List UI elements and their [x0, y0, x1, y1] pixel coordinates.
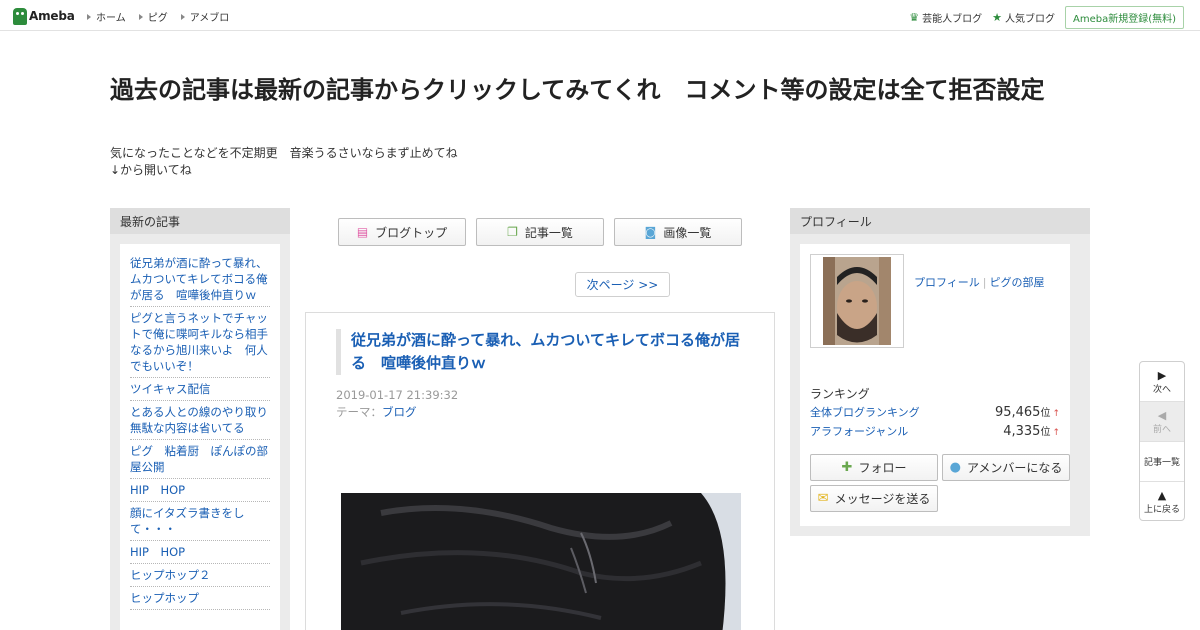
ranking-row-genre: アラフォージャンル 4,335位 ↑ — [810, 423, 1060, 439]
blog-top-button[interactable]: ▤ ブログトップ — [338, 218, 466, 246]
image-list-label: 画像一覧 — [663, 225, 712, 240]
copy-icon: ❐ — [507, 225, 518, 239]
star-icon: ★ — [992, 11, 1002, 24]
list-item[interactable]: とある人との線のやり取り 無駄な内容は省いてる — [130, 401, 279, 440]
list-item[interactable]: ピグと言うネットでチャットで俺に喋呵キルなら相手なるから旭川来いよ 何人でもいい… — [130, 307, 270, 378]
profile-panel: プロフィール プロフィール | ピグの部屋 ランキング 全体ブログランキング 95,… — [790, 208, 1090, 536]
entry-theme: テーマ：ブログ — [336, 404, 417, 420]
nav-amebablog[interactable]: アメブロ — [180, 9, 230, 24]
hair-photo — [341, 493, 741, 630]
ranking-unit: 位 — [1040, 408, 1051, 419]
next-page-button[interactable]: 次ページ >> — [575, 272, 670, 297]
image-list-button[interactable]: ◙ 画像一覧 — [614, 218, 742, 246]
ranking-genre-value: 4,335位 ↑ — [1003, 423, 1060, 439]
plus-icon: ✚ — [841, 460, 853, 475]
entry-date: 2019-01-17 21:39:32 — [336, 388, 459, 402]
rank-up-arrow-icon: ↑ — [1052, 409, 1060, 419]
list-item[interactable]: 従兄弟が酒に酔って暴れ、ムカついてキレてボコる俺が居る 喧嘩後仲直りｗ — [130, 252, 270, 307]
play-right-icon: ▶ — [1157, 368, 1167, 382]
header-right: ♛ 芸能人ブログ ★ 人気ブログ Ameba新規登録(無料) — [909, 6, 1184, 29]
ameba-logo-icon — [13, 7, 27, 25]
entry-photo[interactable] — [341, 493, 741, 630]
celebrity-blog-link[interactable]: ♛ 芸能人ブログ — [909, 10, 982, 25]
ranking-value: 4,335 — [1003, 424, 1041, 439]
entry-title[interactable]: 従兄弟が酒に酔って暴れ、ムカついてキレてボコる俺が居る 喧嘩後仲直りｗ — [336, 329, 746, 375]
blog-nav-buttons: ▤ ブログトップ ❐ 記事一覧 ◙ 画像一覧 — [338, 218, 742, 246]
blog-title[interactable]: 過去の記事は最新の記事からクリックしてみてくれ コメント等の設定は全て拒否設定 — [110, 72, 1100, 108]
avatar-image — [811, 255, 903, 347]
signup-button[interactable]: Ameba新規登録(無料) — [1064, 6, 1184, 29]
profile-heading: プロフィール — [790, 208, 1090, 234]
article-list-float-button[interactable]: 記事一覧 — [1140, 442, 1184, 482]
popular-blog-label: 人気ブログ — [1004, 14, 1055, 25]
profile-links: プロフィール | ピグの部屋 — [914, 274, 1045, 290]
blog-entry: 従兄弟が酒に酔って暴れ、ムカついてキレてボコる俺が居る 喧嘩後仲直りｗ 2019… — [305, 312, 775, 630]
crown-icon: ♛ — [909, 11, 920, 24]
next-article-button[interactable]: ▶ 次へ — [1140, 362, 1184, 402]
list-item[interactable]: HIP HOP — [130, 479, 270, 502]
recent-articles-panel: 最新の記事 従兄弟が酒に酔って暴れ、ムカついてキレてボコる俺が居る 喧嘩後仲直り… — [110, 208, 290, 630]
speech-bubble-icon: ● — [949, 460, 961, 475]
prev-label: 前へ — [1152, 424, 1171, 435]
nav-pigg[interactable]: ピグ — [138, 9, 168, 24]
rank-up-arrow-icon: ↑ — [1052, 428, 1060, 438]
list-item[interactable]: HIP HOP — [130, 541, 270, 564]
amember-button[interactable]: ● アメンバーになる — [942, 454, 1070, 481]
nav-home[interactable]: ホーム — [87, 9, 126, 24]
nav-amebablog-label: アメブロ — [189, 13, 230, 24]
list-item[interactable]: 顔にイタズラ書きをして・・・ — [130, 502, 270, 541]
article-list-label: 記事一覧 — [524, 225, 573, 240]
list-item[interactable]: ヒップホップ — [130, 587, 270, 610]
list-item[interactable]: ピグ 粘着厨 ぽんぽの部屋公開 — [130, 440, 270, 479]
triangle-right-icon — [180, 13, 185, 20]
profile-link[interactable]: プロフィール — [914, 276, 980, 289]
play-left-icon: ◀ — [1157, 408, 1167, 422]
prev-article-button[interactable]: ◀ 前へ — [1140, 402, 1184, 442]
follow-label: フォロー — [858, 461, 907, 475]
blog-top-label: ブログトップ — [375, 225, 448, 240]
link-separator: | — [982, 276, 987, 289]
article-list-button[interactable]: ❐ 記事一覧 — [476, 218, 604, 246]
camera-icon: ◙ — [644, 225, 657, 239]
ranking-overall-link[interactable]: 全体ブログランキング — [810, 404, 920, 420]
list-item[interactable]: ツイキャス配信 — [130, 378, 270, 401]
triangle-right-icon — [138, 13, 143, 20]
recent-articles-list: 従兄弟が酒に酔って暴れ、ムカついてキレてボコる俺が居る 喧嘩後仲直りｗ ピグと言… — [120, 244, 280, 630]
send-message-label: メッセージを送る — [834, 492, 931, 506]
document-icon: ▤ — [356, 225, 369, 239]
list-item[interactable]: ヒップホップ２ — [130, 564, 270, 587]
article-list-float-label: 記事一覧 — [1143, 458, 1180, 468]
ranking-value: 95,465 — [994, 405, 1041, 420]
back-to-top-button[interactable]: ▲ 上に戻る — [1140, 482, 1184, 522]
logo-text: Ameba — [29, 9, 75, 23]
top-header: Ameba ホーム ピグ アメブロ ♛ 芸能人ブログ ★ 人気ブログ Ameba新規… — [0, 0, 1200, 31]
recent-articles-heading: 最新の記事 — [110, 208, 290, 234]
pigg-room-link[interactable]: ピグの部屋 — [990, 276, 1045, 289]
blog-description: 気になったことなどを不定期更 音楽うるさいならまず止めてね ↓から開いてね — [110, 146, 458, 177]
popular-blog-link[interactable]: ★ 人気ブログ — [992, 10, 1055, 25]
send-message-button[interactable]: ✉ メッセージを送る — [810, 485, 938, 512]
next-label: 次へ — [1152, 384, 1171, 395]
profile-box: プロフィール | ピグの部屋 ランキング 全体ブログランキング 95,465位 ↑ ア… — [800, 244, 1070, 526]
triangle-up-icon: ▲ — [1157, 489, 1167, 502]
global-nav: ホーム ピグ アメブロ — [87, 9, 242, 24]
ranking-genre-link[interactable]: アラフォージャンル — [810, 423, 908, 439]
theme-link[interactable]: ブログ — [382, 405, 417, 419]
triangle-right-icon — [87, 13, 91, 20]
ameba-logo[interactable]: Ameba — [13, 6, 75, 26]
amember-label: アメンバーになる — [966, 461, 1063, 475]
nav-pigg-label: ピグ — [147, 13, 168, 24]
avatar[interactable] — [810, 254, 904, 348]
theme-prefix: テーマ： — [336, 405, 382, 419]
ranking-title: ランキング — [810, 387, 870, 401]
ranking-overall-value: 95,465位 ↑ — [995, 404, 1060, 420]
envelope-icon: ✉ — [817, 491, 829, 506]
nav-home-label: ホーム — [96, 13, 126, 24]
floating-nav: ▶ 次へ ◀ 前へ 記事一覧 ▲ 上に戻る — [1139, 361, 1185, 521]
celebrity-blog-label: 芸能人ブログ — [922, 14, 983, 25]
ranking-unit: 位 — [1040, 427, 1051, 438]
ranking-row-overall: 全体ブログランキング 95,465位 ↑ — [810, 404, 1060, 420]
back-to-top-label: 上に戻る — [1143, 505, 1180, 515]
follow-button[interactable]: ✚ フォロー — [810, 454, 938, 481]
